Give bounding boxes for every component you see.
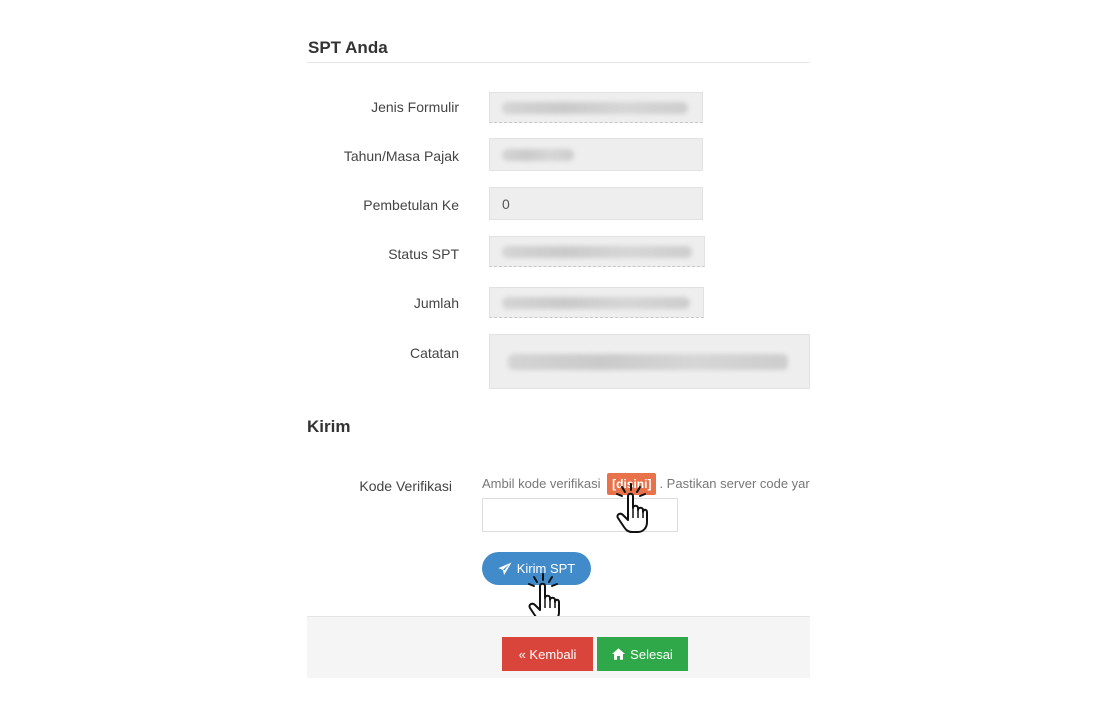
hint-prefix: Ambil kode verifikasi bbox=[482, 476, 601, 491]
field-jenis-formulir bbox=[489, 92, 703, 123]
back-button[interactable]: « Kembali bbox=[502, 637, 593, 671]
field-catatan bbox=[489, 334, 810, 389]
redacted-value bbox=[502, 245, 692, 258]
label-status-spt: Status SPT bbox=[388, 246, 459, 262]
home-icon bbox=[612, 648, 626, 660]
redacted-value bbox=[502, 148, 574, 161]
label-tahun-masa-pajak: Tahun/Masa Pajak bbox=[343, 148, 459, 164]
section-divider bbox=[307, 62, 810, 63]
field-jumlah bbox=[489, 287, 704, 318]
done-button[interactable]: Selesai bbox=[597, 637, 688, 671]
label-jenis-formulir: Jenis Formulir bbox=[371, 99, 459, 115]
hint-suffix: . Pastikan server code yar bbox=[659, 476, 810, 491]
field-pembetulan-ke: 0 bbox=[489, 187, 703, 220]
hand-cursor-icon bbox=[616, 483, 648, 533]
field-status-spt bbox=[489, 236, 705, 267]
label-pembetulan-ke: Pembetulan Ke bbox=[363, 197, 459, 213]
kirim-section-title: Kirim bbox=[307, 417, 351, 436]
spt-section-title: SPT Anda bbox=[308, 38, 388, 57]
paper-plane-icon bbox=[498, 561, 512, 575]
redacted-value bbox=[502, 296, 690, 309]
back-label: « Kembali bbox=[518, 646, 577, 662]
done-label: Selesai bbox=[630, 646, 673, 662]
label-jumlah: Jumlah bbox=[413, 295, 459, 311]
redacted-value bbox=[508, 353, 788, 370]
redacted-value bbox=[502, 101, 688, 114]
label-kode-verifikasi: Kode Verifikasi bbox=[359, 478, 452, 494]
field-tahun-masa-pajak bbox=[489, 138, 703, 171]
label-catatan: Catatan bbox=[409, 345, 459, 361]
